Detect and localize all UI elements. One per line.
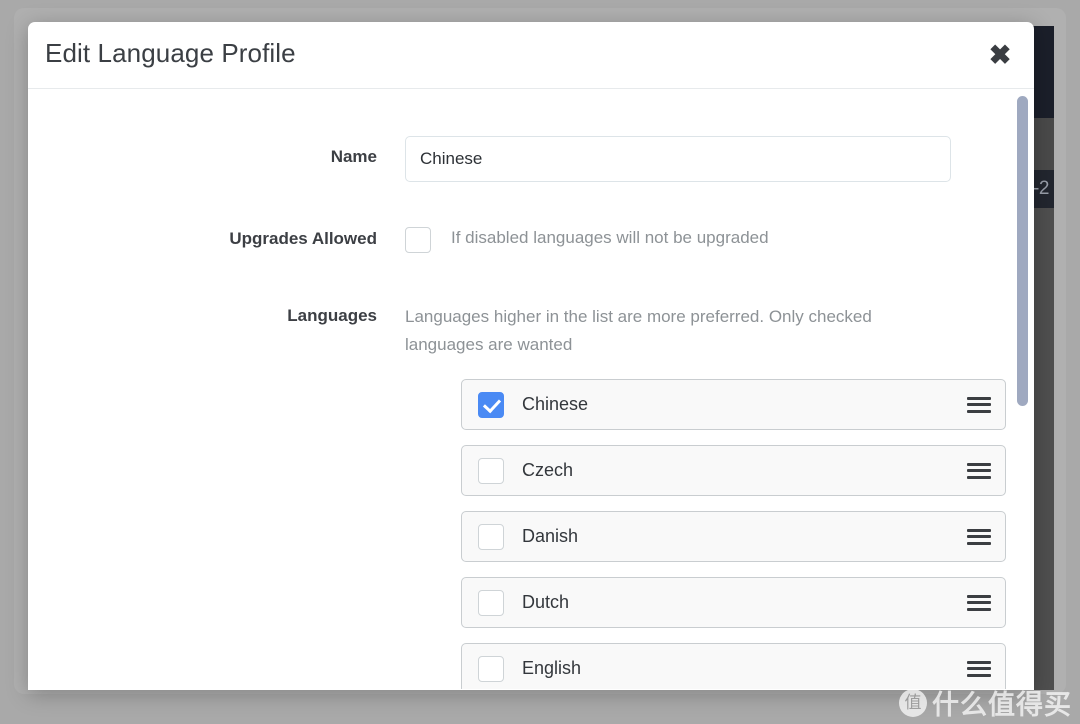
list-item-label: Czech <box>522 460 574 480</box>
language-checkbox-danish[interactable] <box>478 523 504 550</box>
background-panel-segment-mid <box>1032 118 1054 170</box>
upgrades-allowed-description: If disabled languages will not be upgrad… <box>451 228 769 247</box>
upgrades-allowed-row: Upgrades Allowed If disabled languages w… <box>28 226 1008 253</box>
list-item-label: Danish <box>522 526 579 546</box>
list-item[interactable]: Danish <box>461 511 1006 562</box>
language-checkbox-czech[interactable] <box>478 457 504 484</box>
dialog-header: Edit Language Profile ✖ <box>28 22 1034 89</box>
language-checkbox-chinese[interactable] <box>478 391 504 418</box>
language-checkbox-english[interactable] <box>478 655 504 682</box>
drag-handle-icon[interactable] <box>967 659 991 679</box>
languages-label: Languages <box>287 306 377 325</box>
background-dark-panel: -2 <box>1032 26 1054 690</box>
list-item[interactable]: Dutch <box>461 577 1006 628</box>
languages-list: Chinese Czech Danish Dutch English <box>461 379 1006 689</box>
background-panel-segment-top <box>1032 26 1054 118</box>
upgrades-allowed-checkbox[interactable] <box>405 227 431 253</box>
watermark-badge-icon: 值 <box>899 688 927 717</box>
list-item-label: English <box>522 658 582 678</box>
list-item[interactable]: Chinese <box>461 379 1006 430</box>
drag-handle-icon[interactable] <box>967 593 991 613</box>
dialog-body: Name Upgrades Allowed If disabled langua… <box>28 89 1034 689</box>
drag-handle-icon[interactable] <box>967 527 991 547</box>
dialog-scrollbar-thumb[interactable] <box>1017 96 1028 406</box>
list-item-label: Dutch <box>522 592 570 612</box>
language-checkbox-dutch[interactable] <box>478 589 504 616</box>
name-input[interactable] <box>405 136 951 182</box>
dialog-scrollbar[interactable] <box>1017 90 1028 688</box>
list-item-label: Chinese <box>522 394 589 414</box>
name-field-row: Name <box>28 136 1008 182</box>
languages-row: Languages Languages higher in the list a… <box>28 303 1008 359</box>
watermark-text: 什么值得买 <box>932 690 1072 721</box>
dialog-title: Edit Language Profile <box>45 38 296 68</box>
drag-handle-icon[interactable] <box>967 461 991 481</box>
list-item[interactable]: Czech <box>461 445 1006 496</box>
close-icon[interactable]: ✖ <box>981 36 1019 74</box>
edit-language-profile-dialog: Edit Language Profile ✖ Name Upgrades Al… <box>28 22 1034 690</box>
watermark: 值 什么值得买 <box>899 683 1072 722</box>
drag-handle-icon[interactable] <box>967 395 991 415</box>
languages-description: Languages higher in the list are more pr… <box>405 307 872 354</box>
background-partial-label: -2 <box>1032 170 1054 208</box>
upgrades-allowed-label: Upgrades Allowed <box>229 229 377 248</box>
name-label: Name <box>330 147 377 166</box>
background-panel-segment-rest <box>1032 208 1054 690</box>
